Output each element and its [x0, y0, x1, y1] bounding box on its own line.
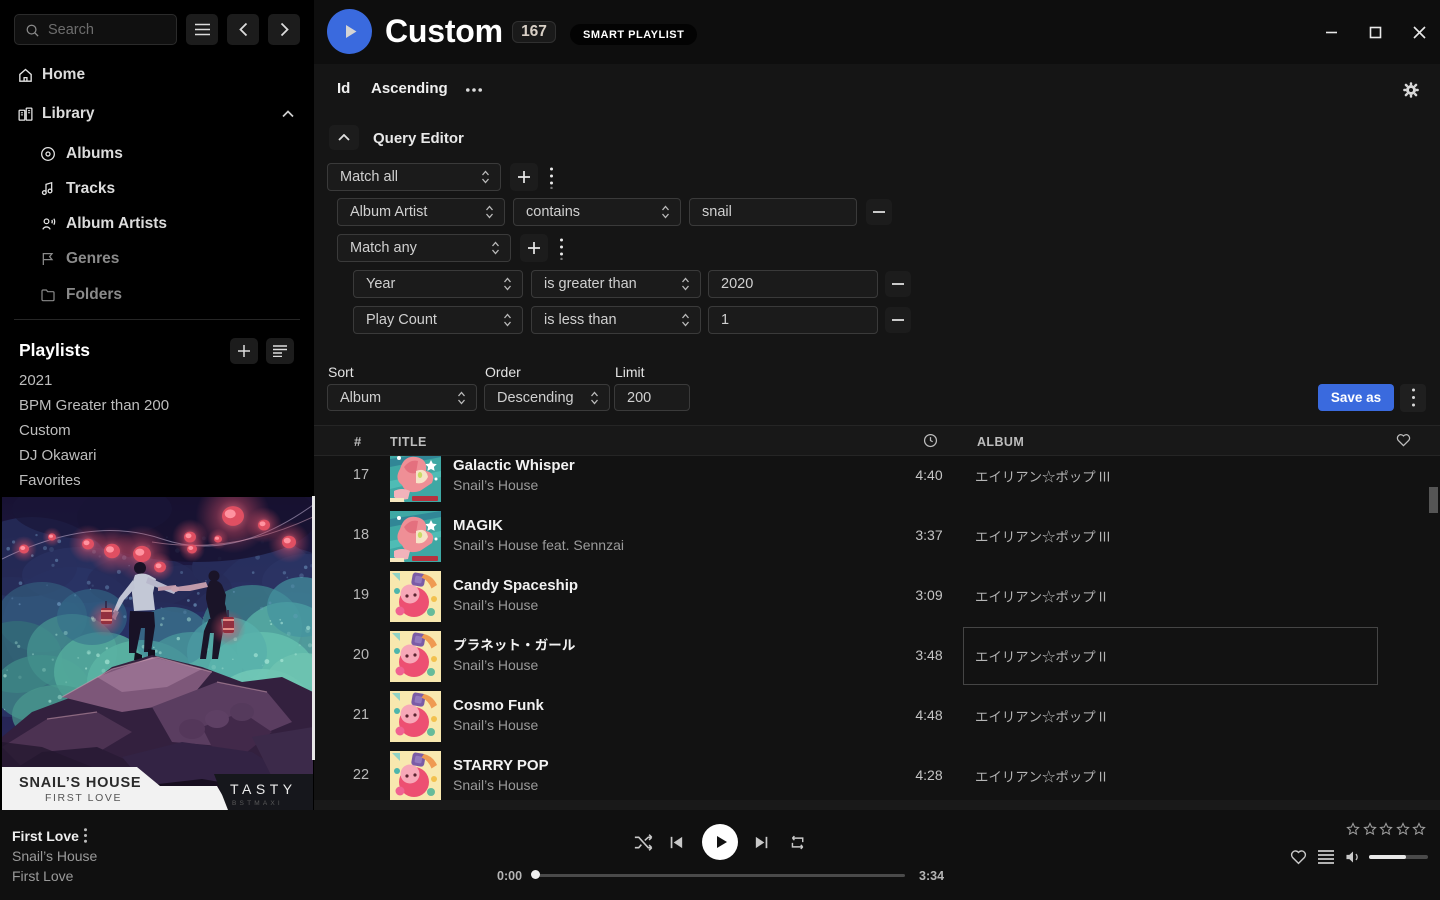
svg-text:FIRST LOVE: FIRST LOVE [45, 792, 122, 804]
svg-text:BSTMAXI: BSTMAXI [232, 800, 283, 807]
svg-text:SNAIL’S HOUSE: SNAIL’S HOUSE [19, 775, 141, 791]
svg-text:TASTY: TASTY [230, 781, 297, 797]
